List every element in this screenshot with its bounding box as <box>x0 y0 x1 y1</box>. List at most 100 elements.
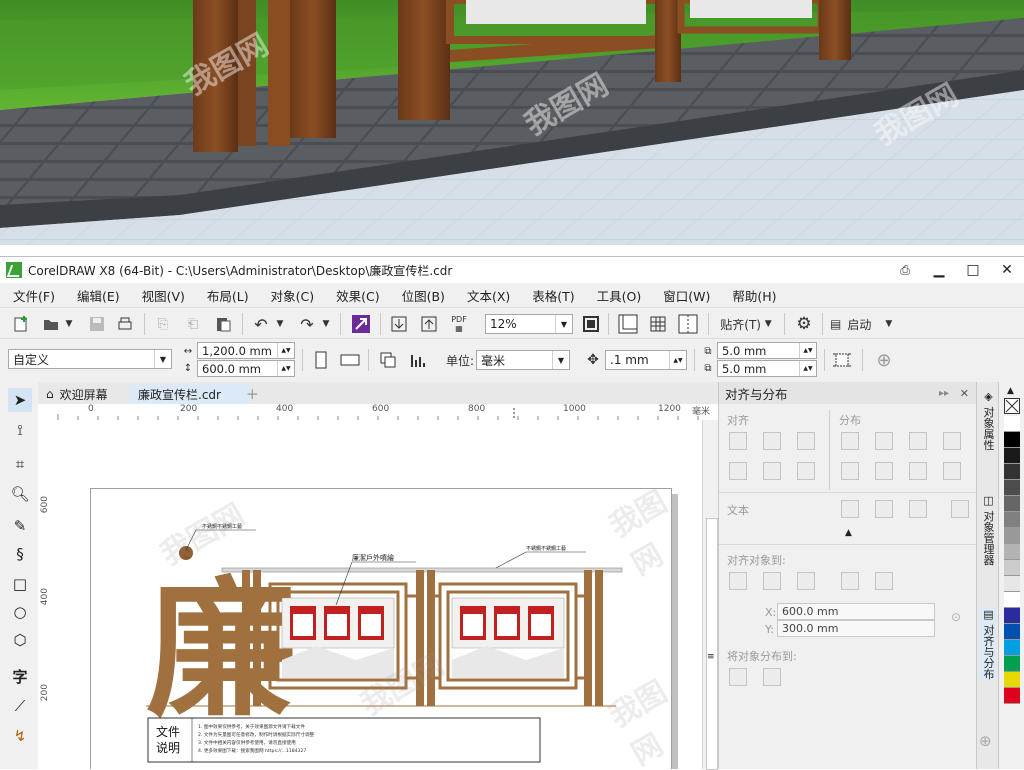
distribute-right-icon[interactable] <box>943 432 961 450</box>
distribute-vspacing-icon[interactable] <box>909 462 927 480</box>
color-swatch[interactable] <box>1004 416 1020 432</box>
color-swatch[interactable] <box>1004 656 1020 672</box>
units-dropdown[interactable]: 毫米 ▼ <box>476 350 570 370</box>
distribute-selection-icon[interactable] <box>729 668 747 686</box>
color-swatch[interactable] <box>1004 608 1020 624</box>
menu-tools[interactable]: 工具(O) <box>584 286 651 305</box>
search-content-icon[interactable] <box>350 313 372 335</box>
all-pages-icon[interactable] <box>376 349 400 371</box>
save-icon[interactable] <box>86 313 108 335</box>
application-launcher[interactable]: ▤ 启动 ▼ <box>830 313 910 335</box>
distribute-top-icon[interactable] <box>841 462 859 480</box>
shape-tool-icon[interactable]: ⟟ <box>8 418 32 442</box>
new-document-icon[interactable] <box>10 313 32 335</box>
menu-file[interactable]: 文件(F) <box>0 286 64 305</box>
spinner-icon[interactable]: ▲▼ <box>277 361 294 376</box>
snap-to-menu[interactable]: 贴齐(T) ▼ <box>716 313 776 335</box>
color-swatch[interactable] <box>1004 528 1020 544</box>
landscape-icon[interactable] <box>338 349 362 371</box>
menu-layout[interactable]: 布局(L) <box>194 286 258 305</box>
y-input[interactable]: 300.0 mm <box>777 620 935 637</box>
align-right-icon[interactable] <box>797 432 815 450</box>
redo-icon[interactable]: ↷ <box>296 313 318 335</box>
current-page-icon[interactable] <box>406 349 430 371</box>
close-icon[interactable]: ✕ <box>960 387 969 400</box>
target-icon[interactable]: ⊙ <box>951 610 961 624</box>
distribute-left-icon[interactable] <box>841 432 859 450</box>
portrait-icon[interactable] <box>310 349 332 371</box>
show-grid-icon[interactable] <box>646 313 670 335</box>
chevron-down-icon[interactable]: ▼ <box>552 351 569 369</box>
add-icon[interactable]: ⊕ <box>872 349 896 371</box>
color-swatch[interactable] <box>1004 480 1020 496</box>
color-swatch[interactable] <box>1004 624 1020 640</box>
account-icon[interactable]: ⎙ <box>888 257 922 283</box>
color-swatch[interactable] <box>1004 688 1020 704</box>
expand-arrow-icon[interactable]: ▲ <box>845 528 852 538</box>
distribute-center-icon[interactable] <box>875 432 893 450</box>
text-bounding-box-icon[interactable] <box>909 500 927 518</box>
menu-help[interactable]: 帮助(H) <box>719 286 785 305</box>
polygon-tool-icon[interactable]: ⬡ <box>8 628 32 652</box>
import-icon[interactable] <box>388 313 410 335</box>
text-last-line-icon[interactable] <box>875 500 893 518</box>
full-screen-preview-icon[interactable] <box>580 313 602 335</box>
duplicate-y-input[interactable]: 5.0 mm ▲▼ <box>717 360 817 377</box>
collapse-icon[interactable]: ▸▸ <box>939 388 949 399</box>
page-preset-dropdown[interactable]: 自定义 ▼ <box>8 349 172 369</box>
billboard-artwork[interactable]: 廉 不銹鋼不銹鋼工藝 廉潔戶外噴繪 不銹鋼不銹鋼工藝 文件 说明 1. 图中效果… <box>56 420 702 769</box>
menu-window[interactable]: 窗口(W) <box>650 286 719 305</box>
text-tool-icon[interactable]: 字 <box>8 664 32 688</box>
page-width-input[interactable]: 1,200.0 mm ▲▼ <box>197 342 295 359</box>
print-icon[interactable] <box>114 313 136 335</box>
side-tab-object-properties[interactable]: ◈ 对象属性 <box>980 390 996 451</box>
show-rulers-icon[interactable] <box>616 313 640 335</box>
distribute-spacing-icon[interactable] <box>909 432 927 450</box>
side-tab-object-manager[interactable]: ◫ 对象管理器 <box>980 494 996 566</box>
align-center-v-icon[interactable] <box>763 462 781 480</box>
menu-object[interactable]: 对象(C) <box>258 286 323 305</box>
distribute-page-icon[interactable] <box>763 668 781 686</box>
export-icon[interactable] <box>418 313 440 335</box>
maximize-button[interactable]: □ <box>956 257 990 283</box>
copy-icon[interactable]: ⎗ <box>182 313 204 335</box>
paste-icon[interactable] <box>212 313 234 335</box>
spinner-icon[interactable]: ▲▼ <box>799 343 816 358</box>
vertical-ruler[interactable]: 600 400 200 <box>38 420 57 769</box>
ellipse-tool-icon[interactable]: ○ <box>8 600 32 624</box>
show-guidelines-icon[interactable] <box>676 313 700 335</box>
grid-icon[interactable] <box>841 572 859 590</box>
tab-document[interactable]: 廉政宣传栏.cdr <box>130 384 250 406</box>
spinner-icon[interactable]: ▲▼ <box>799 361 816 376</box>
distribute-middle-icon[interactable] <box>875 462 893 480</box>
add-tab-button[interactable]: + <box>238 384 268 404</box>
page-height-input[interactable]: 600.0 mm ▲▼ <box>197 360 295 377</box>
horizontal-ruler[interactable]: 0 200 400 600 800 1000 1200 毫米 <box>38 404 718 421</box>
color-swatch[interactable] <box>1004 432 1020 448</box>
scrollbar-thumb[interactable] <box>706 518 718 770</box>
menu-bitmaps[interactable]: 位图(B) <box>389 286 454 305</box>
selection-edge-icon[interactable] <box>763 572 781 590</box>
align-left-icon[interactable] <box>729 432 747 450</box>
menu-edit[interactable]: 编辑(E) <box>64 286 129 305</box>
chevron-down-icon[interactable]: ▼ <box>62 313 76 335</box>
color-swatch[interactable] <box>1004 448 1020 464</box>
tab-welcome-screen[interactable]: ⌂ 欢迎屏幕 <box>38 384 144 404</box>
chevron-down-icon[interactable]: ▼ <box>555 315 572 333</box>
freehand-tool-icon[interactable]: ✎ <box>8 514 32 538</box>
page-bleed-icon[interactable] <box>830 349 854 371</box>
chevron-down-icon[interactable]: ▼ <box>154 350 171 368</box>
color-swatch[interactable] <box>1004 544 1020 560</box>
menu-text[interactable]: 文本(X) <box>454 286 519 305</box>
color-swatch[interactable] <box>1004 672 1020 688</box>
palette-scroll-up-icon[interactable]: ▲ <box>1007 386 1014 396</box>
open-folder-icon[interactable] <box>40 313 62 335</box>
publish-pdf-icon[interactable]: PDF ▦ <box>448 311 470 337</box>
parallel-dimension-icon[interactable]: ⟋ <box>8 694 32 718</box>
drawing-canvas[interactable]: 廉 不銹鋼不銹鋼工藝 廉潔戶外噴繪 不銹鋼不銹鋼工藝 文件 说明 1. 图中效果… <box>56 420 702 769</box>
cut-icon[interactable]: ⎘ <box>152 313 174 335</box>
menu-table[interactable]: 表格(T) <box>519 286 583 305</box>
menu-view[interactable]: 视图(V) <box>129 286 194 305</box>
rectangle-tool-icon[interactable]: □ <box>8 572 32 596</box>
minimize-button[interactable]: ▁ <box>922 257 956 283</box>
